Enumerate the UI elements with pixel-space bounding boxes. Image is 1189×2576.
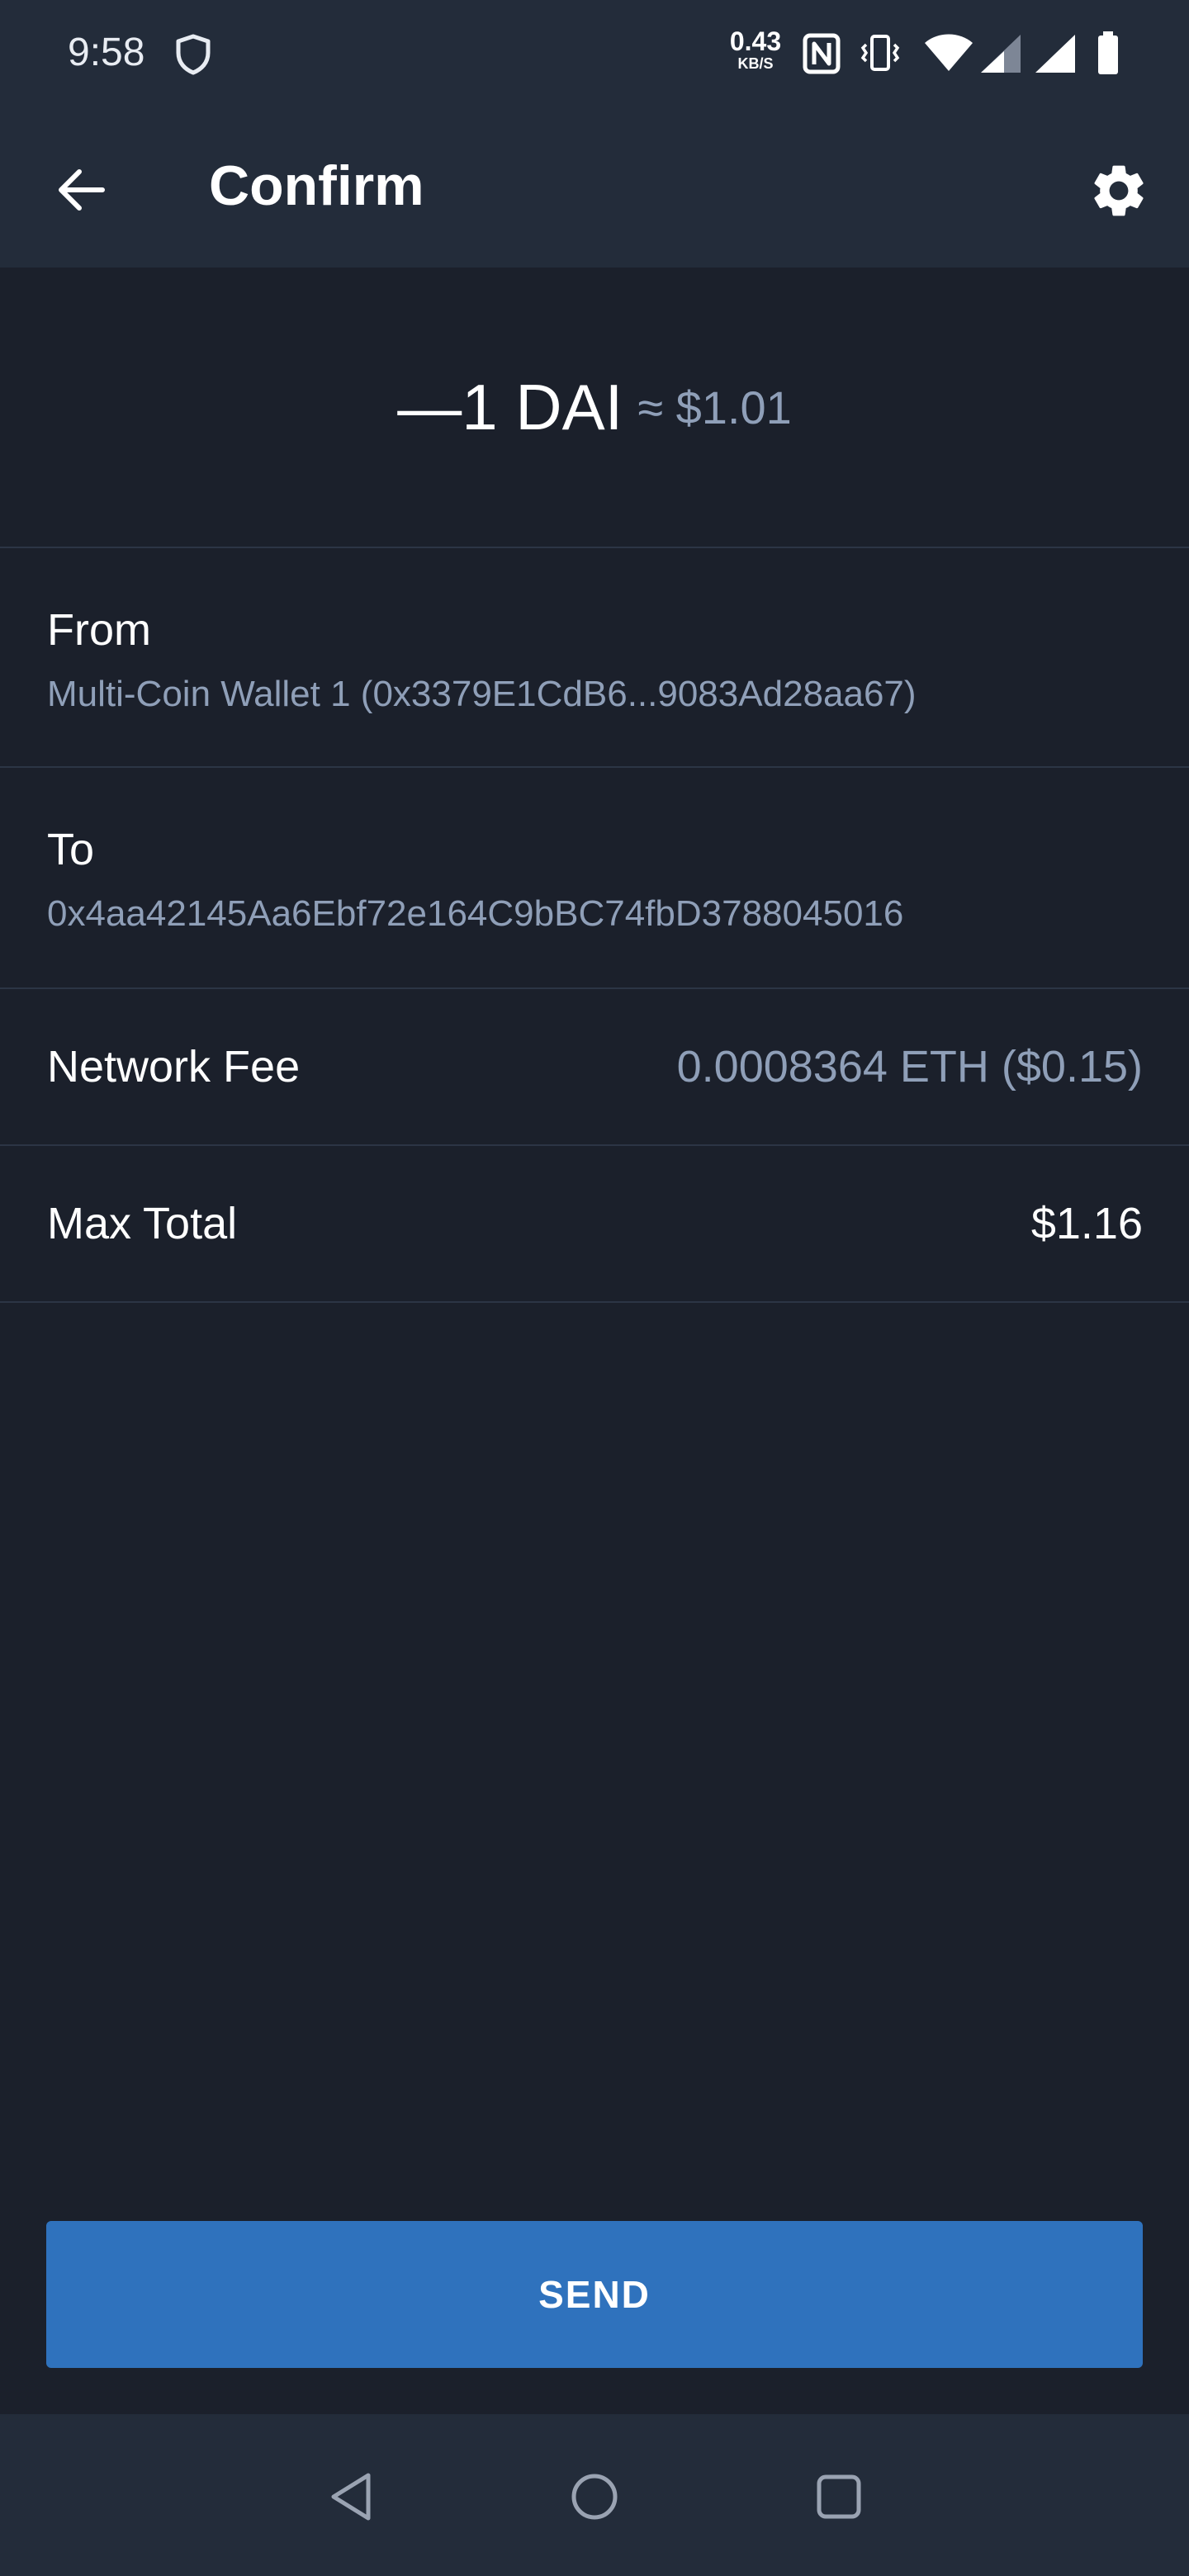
max-total-value: $1.16 xyxy=(1030,1199,1143,1248)
shield-icon xyxy=(173,33,213,76)
system-nav-bar xyxy=(0,2414,1189,2576)
from-label: From xyxy=(47,605,151,655)
page-title: Confirm xyxy=(209,154,424,217)
status-time: 9:58 xyxy=(68,31,145,74)
signal-icon xyxy=(1034,33,1077,78)
network-fee-row: Network Fee 0.0008364 ETH ($0.15) xyxy=(0,989,1189,1146)
back-triangle-icon xyxy=(331,2473,371,2521)
nav-recents-button[interactable] xyxy=(806,2464,872,2530)
network-fee-label: Network Fee xyxy=(47,1042,301,1091)
to-section: To 0x4aa42145Aa6Ebf72e164C9bBC74fbD37880… xyxy=(0,768,1189,989)
nfc-icon xyxy=(803,33,841,78)
battery-icon xyxy=(1097,30,1120,80)
from-section: From Multi-Coin Wallet 1 (0x3379E1CdB6..… xyxy=(0,548,1189,768)
max-total-label: Max Total xyxy=(47,1199,238,1248)
gear-icon xyxy=(1094,165,1144,216)
network-speed-unit: KB/S xyxy=(737,55,774,72)
back-button[interactable] xyxy=(46,155,116,225)
amount-value: —1 DAI xyxy=(397,370,623,443)
from-value: Multi-Coin Wallet 1 (0x3379E1CdB6...9083… xyxy=(47,674,917,714)
recents-square-icon xyxy=(817,2474,861,2519)
wifi-icon xyxy=(923,33,974,77)
max-total-row: Max Total $1.16 xyxy=(0,1146,1189,1303)
to-value: 0x4aa42145Aa6Ebf72e164C9bBC74fbD37880450… xyxy=(47,893,904,934)
app-bar: Confirm xyxy=(0,107,1189,268)
arrow-left-icon xyxy=(59,169,105,211)
amount-fiat-estimate: ≈ $1.01 xyxy=(637,381,792,433)
nav-back-button[interactable] xyxy=(319,2464,385,2530)
network-speed: 0.43 KB/S xyxy=(727,28,784,71)
status-bar: 9:58 0.43 KB/S xyxy=(0,0,1189,107)
signal-icon xyxy=(979,33,1022,78)
vibrate-icon xyxy=(859,31,902,78)
home-circle-icon xyxy=(571,2474,618,2520)
network-fee-value: 0.0008364 ETH ($0.15) xyxy=(676,1042,1143,1091)
settings-button[interactable] xyxy=(1082,154,1156,228)
amount-section: —1 DAI ≈ $1.01 xyxy=(0,268,1189,548)
send-button[interactable]: SEND xyxy=(46,2221,1143,2368)
to-label: To xyxy=(47,825,95,874)
nav-home-button[interactable] xyxy=(561,2464,628,2530)
network-speed-value: 0.43 xyxy=(729,26,782,56)
